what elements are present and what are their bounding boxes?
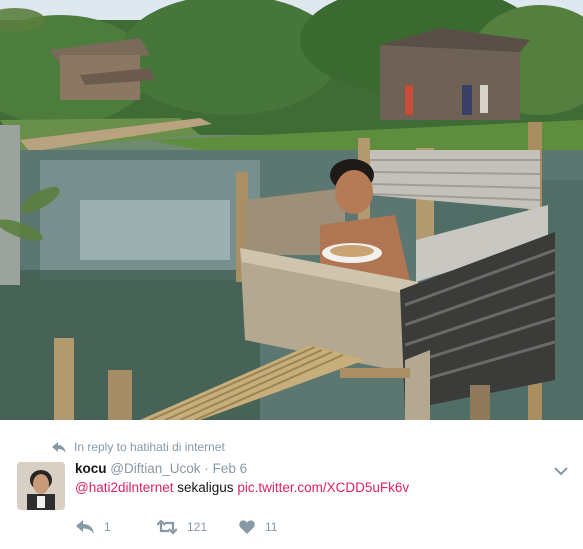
heart-icon [239,520,255,534]
like-count: 11 [265,520,278,534]
reply-icon [52,441,66,453]
mention-link[interactable]: @hati2dilnternet [75,480,174,495]
reply-context[interactable]: In reply to hatihati di internet [52,440,225,454]
chevron-down-icon [554,467,568,476]
user-handle[interactable]: @Diftian_Ucok [110,461,200,476]
avatar-image [17,462,65,510]
tweet: In reply to hatihati di internet kocu @D… [0,420,583,549]
retweet-count: 121 [187,520,208,534]
tweet-text: @hati2dilnternet sekaligus pic.twitter.c… [75,480,409,495]
tweet-text-body: sekaligus [173,480,238,495]
tweet-header: kocu @Diftian_Ucok · Feb 6 [75,461,247,476]
reply-count: 1 [104,520,111,534]
tweet-photo[interactable] [0,0,583,420]
display-name[interactable]: kocu [75,461,107,476]
separator: · [204,461,209,476]
reply-action[interactable]: 1 [76,520,111,534]
reply-icon [76,520,94,534]
tweet-date[interactable]: Feb 6 [213,461,248,476]
retweet-action[interactable]: 121 [157,520,207,534]
more-menu-button[interactable] [554,463,568,481]
reply-context-prefix: In reply to [74,440,127,454]
pic-link[interactable]: pic.twitter.com/XCDD5uFk6v [237,480,409,495]
photo-scene [0,0,583,420]
retweet-icon [157,520,177,534]
reply-context-target[interactable]: hatihati di internet [130,440,225,454]
like-action[interactable]: 11 [239,520,277,534]
avatar[interactable] [17,462,65,510]
